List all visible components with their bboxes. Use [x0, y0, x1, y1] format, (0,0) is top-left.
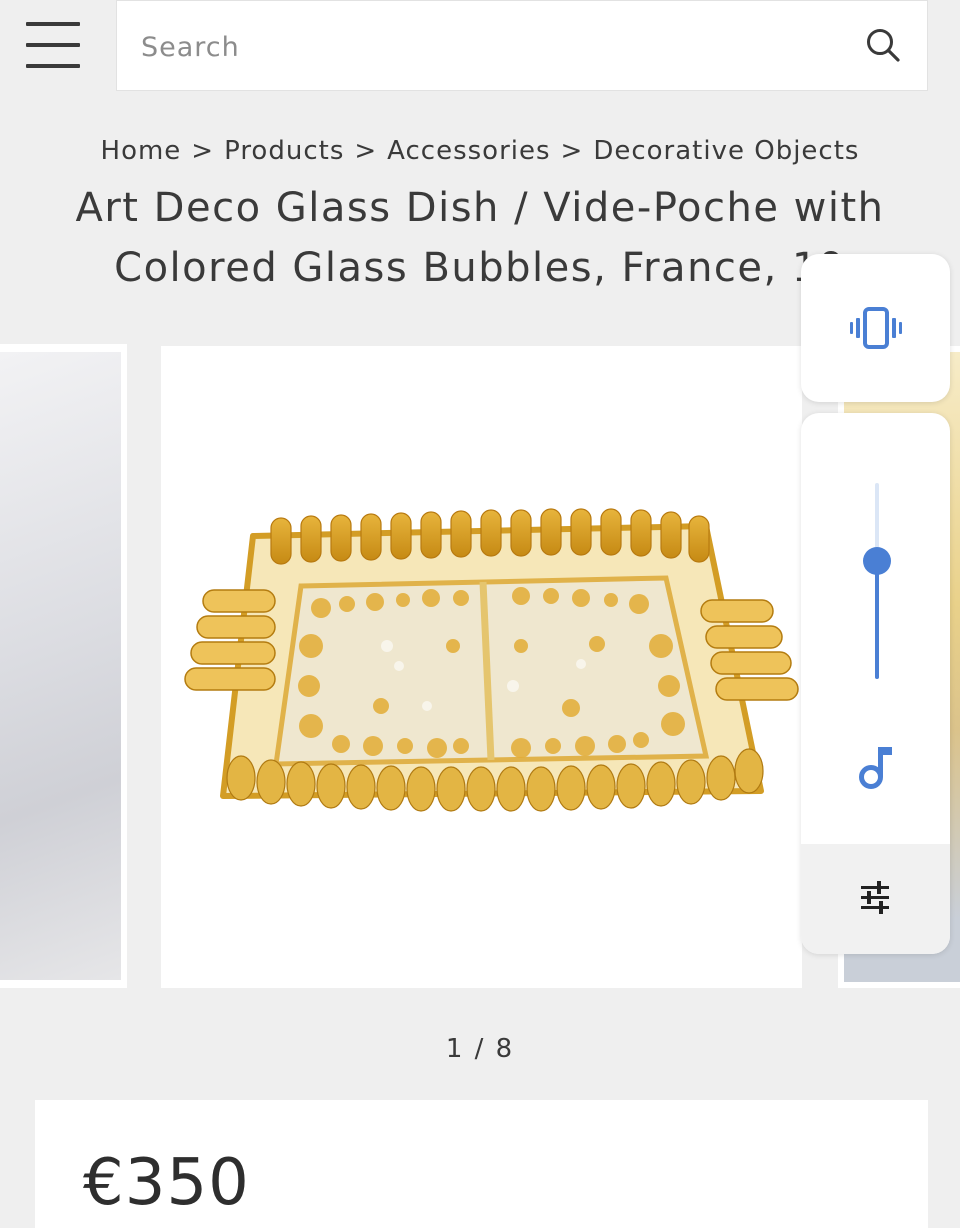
previous-slide[interactable] — [0, 344, 127, 988]
breadcrumb-accessories[interactable]: Accessories — [387, 136, 550, 166]
breadcrumb-products[interactable]: Products — [224, 136, 344, 166]
breadcrumb-separator: > — [191, 136, 215, 166]
header — [0, 0, 960, 92]
volume-slider-fill — [875, 561, 879, 679]
product-price: €350 — [83, 1146, 250, 1220]
price-card: €350 — [35, 1100, 928, 1228]
gallery-pager: 1 / 8 — [445, 1034, 515, 1064]
ringer-mode-button[interactable] — [801, 254, 950, 402]
current-slide[interactable] — [161, 346, 802, 988]
volume-slider-thumb[interactable] — [863, 547, 891, 576]
product-image — [184, 508, 799, 812]
search-input[interactable] — [141, 19, 841, 75]
search-icon[interactable] — [863, 25, 903, 65]
breadcrumb-decorative-objects[interactable]: Decorative Objects — [593, 136, 859, 166]
volume-panel — [801, 413, 950, 954]
title-line-2: Colored Glass Bubbles, France, 19 — [114, 245, 846, 291]
equalizer-settings-icon — [861, 881, 889, 914]
search-bar — [116, 0, 928, 91]
vibrate-icon — [850, 307, 902, 349]
breadcrumb-home[interactable]: Home — [101, 136, 182, 166]
page-title: Art Deco Glass Dish / Vide-Poche with Co… — [40, 178, 920, 298]
sound-settings-button[interactable] — [801, 844, 950, 954]
breadcrumb-separator: > — [354, 136, 378, 166]
previous-product-image — [0, 352, 121, 980]
hamburger-menu-icon[interactable] — [26, 22, 80, 68]
volume-slider-track[interactable] — [863, 483, 891, 679]
breadcrumb-separator: > — [560, 136, 584, 166]
music-note-icon — [859, 747, 892, 789]
breadcrumb: Home > Products > Accessories > Decorative Obj… — [0, 136, 960, 166]
title-line-1: Art Deco Glass Dish / Vide-Poche with — [75, 185, 885, 231]
